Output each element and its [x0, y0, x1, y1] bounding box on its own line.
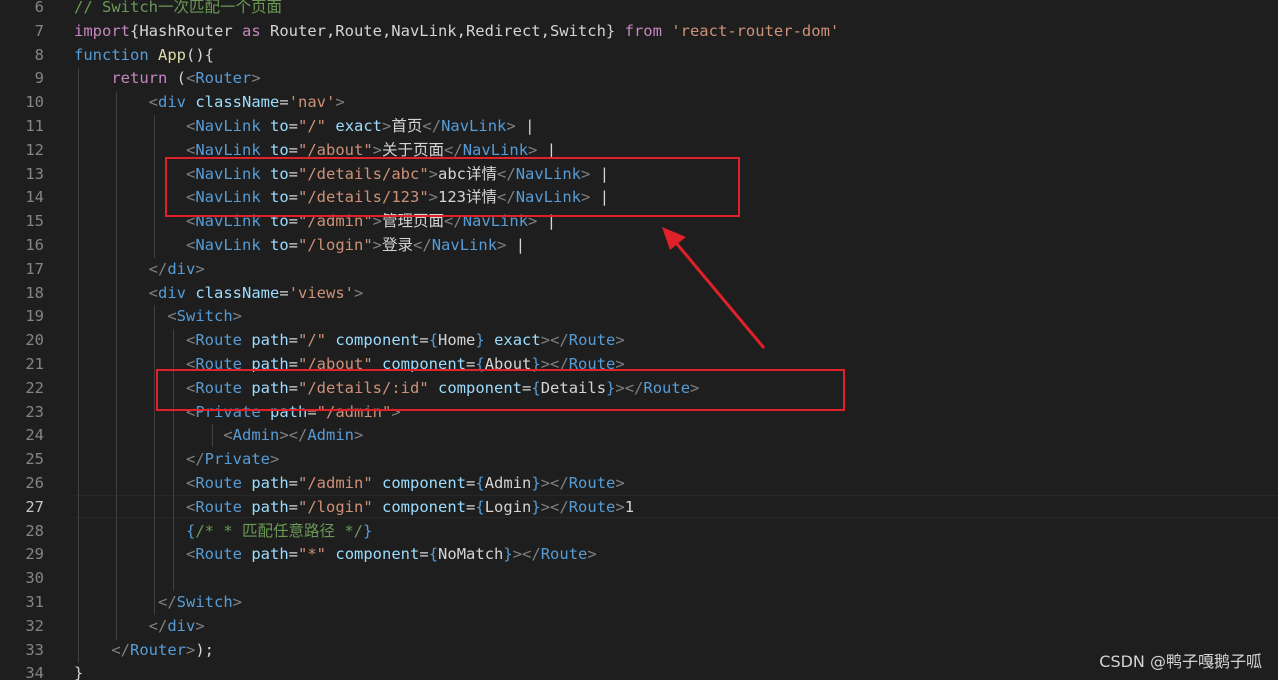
annotation-arrow: [662, 227, 766, 349]
arrow-head: [662, 227, 686, 250]
arrow-shaft: [670, 237, 766, 349]
watermark: CSDN @鸭子嘎鹅子呱: [1099, 652, 1262, 671]
